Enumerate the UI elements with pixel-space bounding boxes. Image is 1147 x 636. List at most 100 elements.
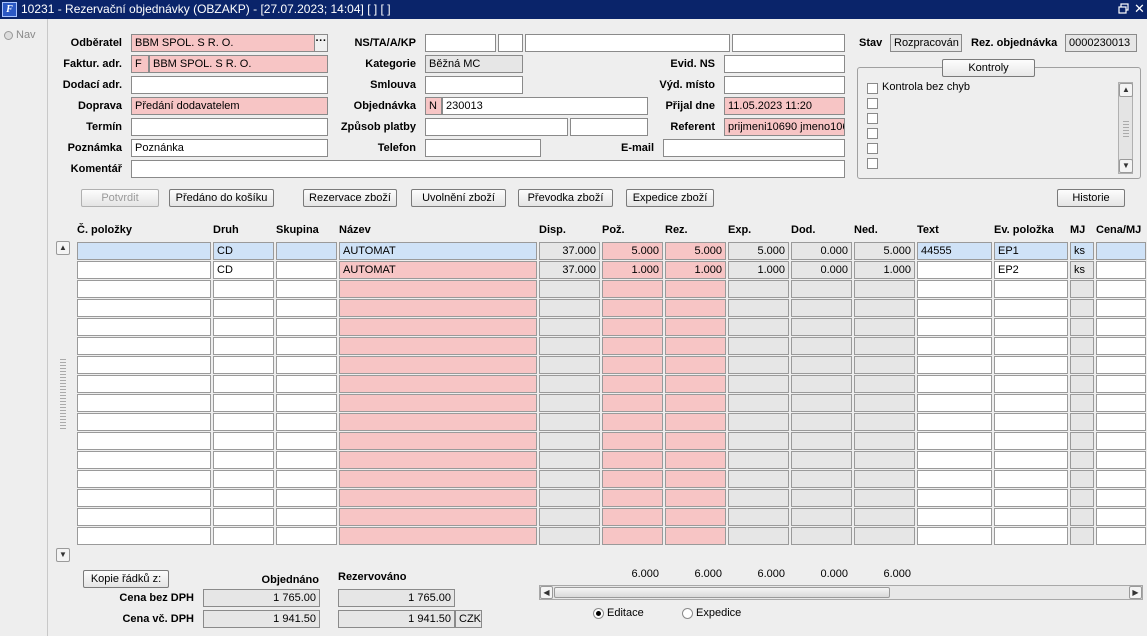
kontroly-checkbox-5[interactable]: [867, 143, 878, 154]
cell-nazev[interactable]: [339, 337, 537, 355]
cell-druh[interactable]: [213, 489, 274, 507]
close-window-icon[interactable]: ✕: [1134, 2, 1145, 15]
cell-dod[interactable]: [791, 280, 852, 298]
cell-mj[interactable]: [1070, 394, 1094, 412]
predano-do-kosiku-button[interactable]: Předáno do košíku: [169, 189, 274, 207]
kontroly-checkbox-3[interactable]: [867, 113, 878, 124]
cell-nazev[interactable]: [339, 280, 537, 298]
cell-disp[interactable]: [539, 432, 600, 450]
cell-mj[interactable]: [1070, 413, 1094, 431]
cell-exp[interactable]: [728, 527, 789, 545]
cell-ned[interactable]: [854, 318, 915, 336]
cell-ned[interactable]: [854, 413, 915, 431]
cell-cislo[interactable]: [77, 356, 211, 374]
cell-exp[interactable]: [728, 432, 789, 450]
scroll-down-icon[interactable]: ▼: [1119, 159, 1133, 173]
cell-text[interactable]: [917, 451, 992, 469]
cell-poz[interactable]: [602, 375, 663, 393]
uvolneni-zbozi-button[interactable]: Uvolnění zboží: [411, 189, 506, 207]
cell-ned[interactable]: [854, 508, 915, 526]
cell-nazev[interactable]: [339, 451, 537, 469]
cell-mj[interactable]: [1070, 489, 1094, 507]
cell-druh[interactable]: [213, 470, 274, 488]
komentar-field[interactable]: [131, 160, 845, 178]
cell-skupina[interactable]: [276, 413, 337, 431]
cell-exp[interactable]: [728, 413, 789, 431]
kopie-radku-button[interactable]: Kopie řádků z:: [83, 570, 169, 588]
cell-rez[interactable]: 5.000: [665, 242, 726, 260]
cell-ev-polozka[interactable]: [994, 356, 1068, 374]
cell-exp[interactable]: 5.000: [728, 242, 789, 260]
cell-skupina[interactable]: [276, 280, 337, 298]
kp-field[interactable]: [732, 34, 845, 52]
cell-skupina[interactable]: [276, 527, 337, 545]
cell-rez[interactable]: [665, 394, 726, 412]
cell-dod[interactable]: 0.000: [791, 261, 852, 279]
restore-window-icon[interactable]: [1118, 3, 1130, 15]
cell-cislo[interactable]: [77, 527, 211, 545]
cell-cena-mj[interactable]: [1096, 280, 1146, 298]
cell-mj[interactable]: [1070, 337, 1094, 355]
grid-hscrollbar[interactable]: ◀ ▶: [539, 585, 1143, 600]
cell-druh[interactable]: [213, 451, 274, 469]
cell-skupina[interactable]: [276, 394, 337, 412]
cell-poz[interactable]: [602, 337, 663, 355]
cell-disp[interactable]: [539, 451, 600, 469]
rezervovano-bez-dph-field[interactable]: 1 765.00: [338, 589, 455, 607]
cell-cislo[interactable]: [77, 242, 211, 260]
cell-rez[interactable]: [665, 508, 726, 526]
cell-poz[interactable]: [602, 527, 663, 545]
cell-exp[interactable]: [728, 451, 789, 469]
rezervace-zbozi-button[interactable]: Rezervace zboží: [303, 189, 397, 207]
expedice-label[interactable]: Expedice: [696, 607, 741, 619]
smlouva-field[interactable]: [425, 76, 523, 94]
cell-nazev[interactable]: [339, 470, 537, 488]
cell-nazev[interactable]: [339, 489, 537, 507]
cell-rez[interactable]: [665, 413, 726, 431]
cell-rez[interactable]: [665, 489, 726, 507]
faktur-adr-flag[interactable]: F: [131, 55, 149, 73]
cell-skupina[interactable]: [276, 432, 337, 450]
termin-field[interactable]: [131, 118, 328, 136]
telefon-field[interactable]: [425, 139, 541, 157]
cell-druh[interactable]: [213, 413, 274, 431]
cell-ev-polozka[interactable]: [994, 451, 1068, 469]
cell-poz[interactable]: [602, 451, 663, 469]
email-field[interactable]: [663, 139, 845, 157]
cell-poz[interactable]: [602, 432, 663, 450]
nav-radio[interactable]: [4, 31, 13, 40]
cell-nazev[interactable]: [339, 413, 537, 431]
cell-nazev[interactable]: [339, 432, 537, 450]
kontroly-scrollbar[interactable]: ▲ ▼: [1118, 82, 1133, 174]
cell-text[interactable]: [917, 527, 992, 545]
cell-ned[interactable]: [854, 451, 915, 469]
cell-ev-polozka[interactable]: [994, 508, 1068, 526]
cell-skupina[interactable]: [276, 318, 337, 336]
cell-cislo[interactable]: [77, 508, 211, 526]
cell-mj[interactable]: [1070, 375, 1094, 393]
cell-rez[interactable]: [665, 337, 726, 355]
vyd-misto-field[interactable]: [724, 76, 845, 94]
cell-disp[interactable]: [539, 508, 600, 526]
cell-cena-mj[interactable]: [1096, 356, 1146, 374]
cell-ned[interactable]: 1.000: [854, 261, 915, 279]
cell-rez[interactable]: [665, 375, 726, 393]
cell-poz[interactable]: [602, 394, 663, 412]
cell-text[interactable]: [917, 394, 992, 412]
cell-dod[interactable]: [791, 356, 852, 374]
cell-rez[interactable]: [665, 470, 726, 488]
cell-dod[interactable]: [791, 375, 852, 393]
cell-skupina[interactable]: [276, 375, 337, 393]
nav-label[interactable]: Nav: [16, 29, 36, 41]
cell-mj[interactable]: ks: [1070, 261, 1094, 279]
editace-label[interactable]: Editace: [607, 607, 644, 619]
scroll-grip[interactable]: [1123, 121, 1129, 137]
cell-text[interactable]: 44555: [917, 242, 992, 260]
cell-druh[interactable]: [213, 527, 274, 545]
cell-cena-mj[interactable]: [1096, 394, 1146, 412]
cell-dod[interactable]: [791, 299, 852, 317]
cell-cena-mj[interactable]: [1096, 299, 1146, 317]
cell-poz[interactable]: [602, 413, 663, 431]
dodaci-adr-field[interactable]: [131, 76, 328, 94]
cell-text[interactable]: [917, 470, 992, 488]
